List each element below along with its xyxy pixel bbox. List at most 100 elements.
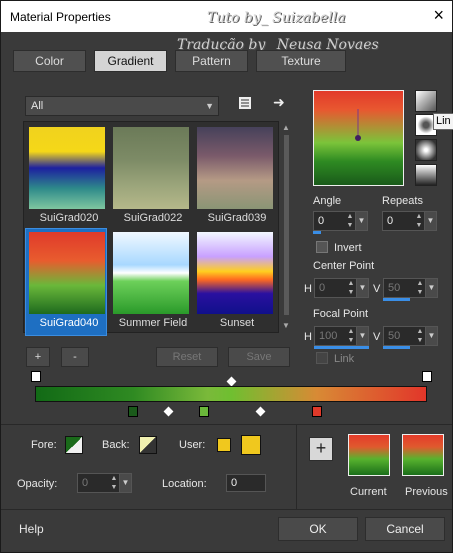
chevron-down-icon[interactable]: ▼ — [425, 279, 437, 297]
gradient-list: SuiGrad020 SuiGrad022 SuiGrad039 SuiGrad… — [23, 121, 279, 336]
gradient-label: SuiGrad022 — [123, 212, 183, 224]
focal-v-value: 50 — [388, 330, 401, 342]
back-label: Back: — [102, 439, 130, 451]
center-h-input[interactable]: 0 ▲ ▼ ▼ — [314, 278, 369, 298]
gradient-label: SuiGrad020 — [39, 212, 99, 224]
spin-arrows-icon[interactable]: ▲ ▼ — [109, 474, 119, 492]
center-h-label: H — [304, 283, 312, 295]
save-button[interactable]: Save — [228, 347, 290, 367]
chevron-down-icon[interactable]: ▼ — [424, 212, 436, 230]
location-input[interactable]: 0 — [226, 474, 266, 492]
focal-h-input[interactable]: 100 ▲ ▼ ▼ — [314, 326, 369, 346]
cancel-button[interactable]: Cancel — [365, 517, 445, 541]
chevron-down-icon[interactable]: ▼ — [119, 474, 131, 492]
scroll-down-icon[interactable]: ▼ — [282, 321, 290, 330]
sunburst-style-button[interactable] — [415, 139, 437, 161]
chevron-down-icon[interactable]: ▼ — [355, 212, 367, 230]
gradient-item-selected[interactable]: SuiGrad040 — [25, 228, 107, 336]
center-v-value: 50 — [388, 282, 401, 294]
tab-texture[interactable]: Texture — [256, 50, 346, 72]
center-h-value: 0 — [319, 282, 326, 294]
back-swatch[interactable] — [139, 436, 157, 454]
user-swatch[interactable] — [241, 435, 261, 455]
gradient-editor-bar[interactable] — [35, 386, 427, 402]
reset-button[interactable]: Reset — [156, 347, 218, 367]
center-point-label: Center Point — [313, 260, 375, 272]
gradient-item[interactable]: Sunset — [194, 229, 274, 335]
color-stop[interactable] — [128, 406, 138, 417]
divider — [296, 425, 297, 509]
repeats-input[interactable]: 0 ▲ ▼ ▼ — [382, 211, 437, 231]
close-icon[interactable]: × — [433, 5, 444, 26]
radial-style-button[interactable] — [415, 164, 437, 186]
add-gradient-button[interactable]: + — [26, 347, 50, 367]
spin-arrows-icon[interactable]: ▲ ▼ — [346, 327, 356, 345]
user-swatch-small[interactable] — [217, 438, 231, 452]
center-v-input[interactable]: 50 ▲ ▼ ▼ — [383, 278, 438, 298]
angle-slider[interactable] — [313, 231, 321, 234]
focal-h-slider[interactable] — [314, 346, 369, 349]
chevron-down-icon[interactable]: ▼ — [425, 327, 437, 345]
invert-checkbox[interactable] — [316, 241, 328, 253]
gradient-label: Sunset — [219, 317, 255, 329]
spin-arrows-icon[interactable]: ▲ ▼ — [345, 212, 355, 230]
scroll-up-icon[interactable]: ▲ — [282, 123, 290, 132]
previous-preview[interactable] — [402, 434, 444, 476]
window-title: Material Properties — [10, 10, 111, 24]
color-midpoint[interactable] — [255, 406, 266, 417]
fore-swatch[interactable] — [65, 436, 83, 454]
library-icon[interactable] — [237, 95, 253, 114]
color-midpoint[interactable] — [163, 406, 174, 417]
tab-gradient[interactable]: Gradient — [94, 50, 167, 72]
chevron-down-icon[interactable]: ▼ — [356, 327, 368, 345]
spin-arrows-icon[interactable]: ▲ ▼ — [346, 279, 356, 297]
opacity-value: 0 — [82, 477, 89, 489]
user-label: User: — [179, 439, 206, 451]
gradient-item[interactable]: Summer Field — [110, 229, 190, 335]
tab-color[interactable]: Color — [13, 50, 86, 72]
material-properties-window: Material Properties × Tuto by_ Suizabell… — [0, 0, 453, 553]
center-v-slider[interactable] — [383, 298, 410, 301]
opacity-input[interactable]: 0 ▲ ▼ ▼ — [77, 473, 132, 493]
location-value: 0 — [231, 477, 238, 489]
opacity-midpoint[interactable] — [226, 376, 237, 387]
help-link[interactable]: Help — [19, 522, 44, 536]
remove-gradient-button[interactable]: - — [61, 347, 89, 367]
angle-label: Angle — [313, 195, 342, 207]
divider — [1, 509, 452, 510]
angle-handle-icon — [355, 109, 361, 141]
color-stop[interactable] — [312, 406, 322, 417]
gradient-preview[interactable] — [313, 90, 404, 186]
focal-h-value: 100 — [319, 330, 338, 342]
ok-button[interactable]: OK — [278, 517, 358, 541]
repeats-value: 0 — [387, 215, 394, 227]
opacity-label: Opacity: — [17, 478, 58, 490]
focal-v-slider[interactable] — [383, 346, 410, 349]
gradient-item[interactable]: SuiGrad022 — [110, 124, 190, 230]
focal-h-label: H — [304, 331, 312, 343]
gradient-item[interactable]: SuiGrad039 — [194, 124, 274, 230]
add-to-swatches-button[interactable]: + — [309, 437, 333, 461]
linear-style-button[interactable] — [415, 90, 437, 112]
gradient-item[interactable]: SuiGrad020 — [26, 124, 106, 230]
opacity-stop-right[interactable] — [422, 371, 432, 382]
spin-arrows-icon[interactable]: ▲ ▼ — [415, 279, 425, 297]
style-tooltip: Lin — [433, 113, 453, 130]
chevron-down-icon[interactable]: ▼ — [356, 279, 368, 297]
link-checkbox[interactable] — [316, 352, 328, 364]
focal-v-input[interactable]: 50 ▲ ▼ ▼ — [383, 326, 438, 346]
gradient-list-scrollbar[interactable]: ▲ ▼ — [280, 121, 293, 333]
scroll-thumb[interactable] — [284, 135, 289, 315]
arrow-right-icon[interactable]: ➜ — [273, 94, 285, 111]
category-select-value: All — [31, 100, 44, 112]
repeats-label: Repeats — [382, 195, 423, 207]
opacity-stop-left[interactable] — [31, 371, 41, 382]
gradient-thumb — [29, 127, 105, 209]
tab-pattern[interactable]: Pattern — [175, 50, 248, 72]
gradient-thumb — [197, 127, 273, 209]
spin-arrows-icon[interactable]: ▲ ▼ — [415, 327, 425, 345]
color-stop[interactable] — [199, 406, 209, 417]
spin-arrows-icon[interactable]: ▲ ▼ — [414, 212, 424, 230]
angle-input[interactable]: 0 ▲ ▼ ▼ — [313, 211, 368, 231]
category-select[interactable]: All ▼ — [25, 96, 219, 116]
